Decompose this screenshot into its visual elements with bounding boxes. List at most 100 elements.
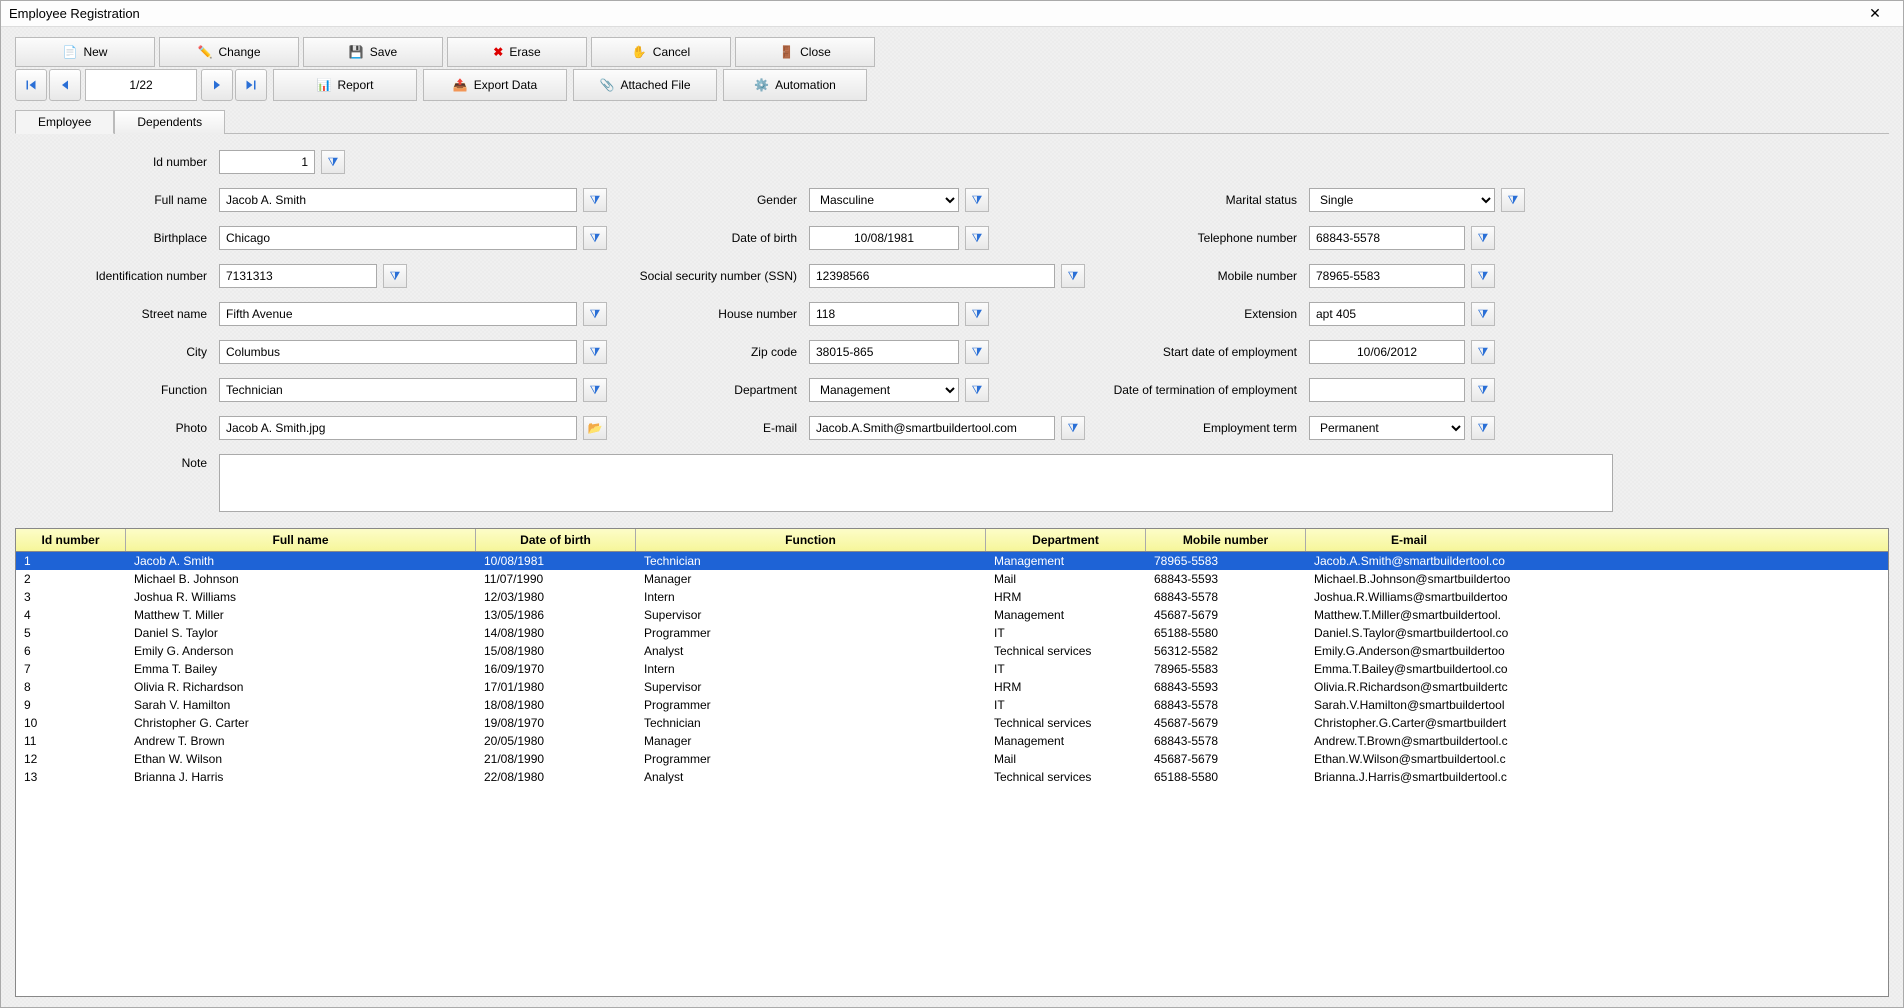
- pencil-icon: ✏️: [198, 45, 213, 59]
- cell-mobile: 78965-5583: [1146, 660, 1306, 678]
- new-label: New: [83, 45, 107, 59]
- nav-prev-button[interactable]: [49, 69, 81, 101]
- table-row[interactable]: 12Ethan W. Wilson21/08/1990ProgrammerMai…: [16, 750, 1888, 768]
- street-filter-button[interactable]: ⧩: [583, 302, 607, 326]
- grid-body[interactable]: 1Jacob A. Smith10/08/1981TechnicianManag…: [16, 552, 1888, 996]
- department-select[interactable]: Management: [809, 378, 959, 402]
- dob-filter-button[interactable]: ⧩: [965, 226, 989, 250]
- table-row[interactable]: 8Olivia R. Richardson17/01/1980Superviso…: [16, 678, 1888, 696]
- table-row[interactable]: 4Matthew T. Miller13/05/1986SupervisorMa…: [16, 606, 1888, 624]
- attached-file-button[interactable]: 📎 Attached File: [573, 69, 717, 101]
- tab-dependents[interactable]: Dependents: [114, 110, 225, 134]
- nav-next-button[interactable]: [201, 69, 233, 101]
- cell-department: Mail: [986, 570, 1146, 588]
- table-row[interactable]: 5Daniel S. Taylor14/08/1980ProgrammerIT6…: [16, 624, 1888, 642]
- emp-term-filter-button[interactable]: ⧩: [1471, 416, 1495, 440]
- funnel-icon: ⧩: [390, 269, 401, 284]
- table-row[interactable]: 11Andrew T. Brown20/05/1980ManagerManage…: [16, 732, 1888, 750]
- col-email-header[interactable]: E-mail: [1306, 529, 1512, 551]
- city-input[interactable]: [219, 340, 577, 364]
- dob-input[interactable]: [809, 226, 959, 250]
- col-department-header[interactable]: Department: [986, 529, 1146, 551]
- cell-function: Supervisor: [636, 606, 986, 624]
- full-name-input[interactable]: [219, 188, 577, 212]
- extension-filter-button[interactable]: ⧩: [1471, 302, 1495, 326]
- window-close-button[interactable]: ✕: [1855, 4, 1895, 24]
- department-filter-button[interactable]: ⧩: [965, 378, 989, 402]
- email-label: E-mail: [613, 421, 803, 435]
- close-button[interactable]: 🚪 Close: [735, 37, 875, 67]
- table-row[interactable]: 1Jacob A. Smith10/08/1981TechnicianManag…: [16, 552, 1888, 570]
- col-id-header[interactable]: Id number: [16, 529, 126, 551]
- photo-browse-button[interactable]: 📂: [583, 416, 607, 440]
- cell-mobile: 65188-5580: [1146, 768, 1306, 786]
- cell-mobile: 45687-5679: [1146, 606, 1306, 624]
- function-input[interactable]: [219, 378, 577, 402]
- nav-first-button[interactable]: [15, 69, 47, 101]
- tab-employee[interactable]: Employee: [15, 110, 114, 134]
- full-name-filter-button[interactable]: ⧩: [583, 188, 607, 212]
- table-row[interactable]: 9Sarah V. Hamilton18/08/1980ProgrammerIT…: [16, 696, 1888, 714]
- automation-button[interactable]: ⚙️ Automation: [723, 69, 867, 101]
- street-input[interactable]: [219, 302, 577, 326]
- term-date-filter-button[interactable]: ⧩: [1471, 378, 1495, 402]
- zip-input[interactable]: [809, 340, 959, 364]
- email-filter-button[interactable]: ⧩: [1061, 416, 1085, 440]
- table-row[interactable]: 2Michael B. Johnson11/07/1990ManagerMail…: [16, 570, 1888, 588]
- table-row[interactable]: 10Christopher G. Carter19/08/1970Technic…: [16, 714, 1888, 732]
- ident-no-input[interactable]: [219, 264, 377, 288]
- telephone-filter-button[interactable]: ⧩: [1471, 226, 1495, 250]
- table-row[interactable]: 6Emily G. Anderson15/08/1980AnalystTechn…: [16, 642, 1888, 660]
- note-textarea[interactable]: [219, 454, 1613, 512]
- new-button[interactable]: 📄 New: [15, 37, 155, 67]
- telephone-input[interactable]: [1309, 226, 1465, 250]
- house-no-filter-button[interactable]: ⧩: [965, 302, 989, 326]
- table-row[interactable]: 3Joshua R. Williams12/03/1980InternHRM68…: [16, 588, 1888, 606]
- email-input[interactable]: [809, 416, 1055, 440]
- gender-filter-button[interactable]: ⧩: [965, 188, 989, 212]
- start-date-filter-button[interactable]: ⧩: [1471, 340, 1495, 364]
- term-date-input[interactable]: [1309, 378, 1465, 402]
- house-no-input[interactable]: [809, 302, 959, 326]
- birthplace-filter-button[interactable]: ⧩: [583, 226, 607, 250]
- toolbar-secondary: 1/22 📊 Report 📤 Export Data 📎 Attached F…: [15, 69, 1889, 101]
- birthplace-input[interactable]: [219, 226, 577, 250]
- col-dob-header[interactable]: Date of birth: [476, 529, 636, 551]
- id-number-filter-button[interactable]: ⧩: [321, 150, 345, 174]
- start-date-input[interactable]: [1309, 340, 1465, 364]
- marital-select[interactable]: Single: [1309, 188, 1495, 212]
- ident-no-filter-button[interactable]: ⧩: [383, 264, 407, 288]
- cell-department: HRM: [986, 678, 1146, 696]
- stop-hand-icon: ✋: [632, 45, 647, 59]
- extension-input[interactable]: [1309, 302, 1465, 326]
- mobile-input[interactable]: [1309, 264, 1465, 288]
- col-mobile-header[interactable]: Mobile number: [1146, 529, 1306, 551]
- report-button[interactable]: 📊 Report: [273, 69, 417, 101]
- save-button[interactable]: 💾 Save: [303, 37, 443, 67]
- funnel-icon: ⧩: [972, 345, 983, 360]
- cancel-button[interactable]: ✋ Cancel: [591, 37, 731, 67]
- photo-input[interactable]: [219, 416, 577, 440]
- erase-button[interactable]: ✖ Erase: [447, 37, 587, 67]
- id-number-input[interactable]: [219, 150, 315, 174]
- cell-name: Sarah V. Hamilton: [126, 696, 476, 714]
- zip-filter-button[interactable]: ⧩: [965, 340, 989, 364]
- col-function-header[interactable]: Function: [636, 529, 986, 551]
- emp-term-select[interactable]: Permanent: [1309, 416, 1465, 440]
- ssn-input[interactable]: [809, 264, 1055, 288]
- change-button[interactable]: ✏️ Change: [159, 37, 299, 67]
- table-row[interactable]: 13Brianna J. Harris22/08/1980AnalystTech…: [16, 768, 1888, 786]
- marital-filter-button[interactable]: ⧩: [1501, 188, 1525, 212]
- gender-select[interactable]: Masculine: [809, 188, 959, 212]
- cell-department: Mail: [986, 750, 1146, 768]
- col-name-header[interactable]: Full name: [126, 529, 476, 551]
- table-row[interactable]: 7Emma T. Bailey16/09/1970InternIT78965-5…: [16, 660, 1888, 678]
- city-label: City: [23, 345, 213, 359]
- export-data-button[interactable]: 📤 Export Data: [423, 69, 567, 101]
- city-filter-button[interactable]: ⧩: [583, 340, 607, 364]
- mobile-filter-button[interactable]: ⧩: [1471, 264, 1495, 288]
- nav-last-button[interactable]: [235, 69, 267, 101]
- cell-department: IT: [986, 660, 1146, 678]
- ssn-filter-button[interactable]: ⧩: [1061, 264, 1085, 288]
- function-filter-button[interactable]: ⧩: [583, 378, 607, 402]
